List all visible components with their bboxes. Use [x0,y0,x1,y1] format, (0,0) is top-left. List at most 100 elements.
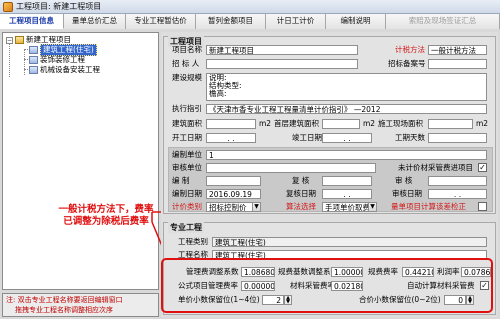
tab-project-info[interactable]: 工程项目信息 [0,14,64,29]
pricing-type-label: 计价类别 [172,202,202,211]
tree-item-equipment[interactable]: 机械设备安装工程 [29,65,100,75]
first-area-field[interactable] [322,119,360,129]
tab-notes[interactable]: 编制说明 [326,14,386,29]
rule-rate-field[interactable]: 0.44210 [402,267,434,277]
form-area: 工程项目 项目名称 新建工程项目 计税方法 一般计税方法 招 标 人 招标备案号… [161,32,498,317]
rule-rate-label: 规费费率 [368,267,398,276]
review-date-field[interactable]: . . [322,189,372,199]
project-name-label: 项目名称 [172,45,202,54]
tree-item-building[interactable]: 建筑工程(住宅) [29,44,97,56]
unit-decimals-spinner[interactable]: ▲ ▼ [284,295,292,305]
bidder-field[interactable] [206,59,358,69]
bidder-label: 招 标 人 [172,59,200,68]
specialty-name-label: 工程名称 [178,250,208,259]
rule-base-coef-field[interactable]: 1.00000 [331,267,363,277]
scale-line-structure: 结构类型: [209,81,242,90]
specialty-group: 专业工程 工程类别 建筑工程(住宅) 工程名称 建筑工程(住宅) 管理费调整系数… [163,222,496,315]
unit-decimals-field[interactable]: 2 [262,295,284,305]
compile-unit-label: 编制单位 [172,150,202,159]
first-area-label: 首层建筑面积 [274,119,319,128]
area-unit: m2 [259,119,272,128]
specialty-type-label: 工程类别 [178,237,208,246]
drag-hint-note: 注: 双击专业工程名称要返回编辑窗口 拖拽专业工程名称调整相应次序 [2,293,159,317]
auto-material-label: 自动计算材料采管费 [407,281,475,290]
compiler-field[interactable] [206,176,261,186]
basis-field[interactable]: 《天津市香专业工程工程量清单计价指引》 —2012 [206,104,487,114]
collapse-icon[interactable]: − [6,36,13,44]
fee-diff-label: 量单项目计算该差检正 [391,202,466,211]
start-date-label: 开工日期 [172,133,202,142]
audit-date-field[interactable]: . . [428,189,487,199]
duration-field[interactable] [428,133,487,143]
total-decimals-field[interactable]: 0 [444,295,466,305]
compile-unit-field[interactable]: 1 [206,150,487,160]
algorithm-select[interactable]: 手项单价取费法 [322,202,369,212]
note-line-1: 注: 双击专业工程名称要返回编辑窗口 [6,296,123,304]
note-line-2: 拖拽专业工程名称调整相应次序 [15,306,113,314]
fee-diff-checkbox[interactable] [478,202,487,211]
project-tree[interactable]: − 新建工程项目 建筑工程(住宅) 装饰装修工程 机械设备安装工程 [2,32,159,290]
end-date-label: 竣工日期 [292,133,322,142]
scale-line-height: 檐高: [209,89,227,98]
tree-connector [24,59,28,60]
window-titlebar: 工程项目: 新建工程项目 [0,0,500,14]
tax-method-field[interactable]: 一般计税方法 [428,45,487,55]
start-date-field[interactable]: . . [206,133,256,143]
document-icon [29,66,38,74]
mgmt-coef-label: 管理费调整系数 [186,267,239,276]
material-rate-field[interactable]: 0.02180 [331,281,363,291]
tree-connector [24,49,28,50]
tree-connector [9,44,10,77]
tab-bar: 工程项目信息 量单总价汇总 专业工程暂估价 暂列金额项目 计日工计价 编制说明 … [0,14,500,29]
end-date-field[interactable]: . . [322,133,372,143]
unpriced-material-label: 未计价材采管费进项目 [398,163,473,172]
formula-rate-field[interactable]: 0.00000 [241,281,275,291]
pricing-dropdown-icon[interactable]: ▼ [252,202,261,212]
compiler-label: 编 制 [172,176,190,185]
auto-material-checkbox[interactable]: ✓ [480,281,489,290]
auditor-label: 审 核 [395,176,413,185]
audit-date-label: 审核日期 [392,189,422,198]
total-decimals-label: 合价小数保留位(0~2位) [359,295,441,304]
tab-daywork[interactable]: 计日工计价 [266,14,326,29]
specialty-type-field: 建筑工程(住宅) [212,237,487,247]
review-unit-label: 审核单位 [172,163,202,172]
material-rate-label: 材料采管费率 [290,281,335,290]
site-area-field[interactable] [428,119,473,129]
review-date-label: 复核日期 [286,189,316,198]
window-title: 工程项目: 新建工程项目 [16,2,102,11]
tab-contingency[interactable]: 暂列金额项目 [196,14,266,29]
duration-label: 工期天数 [395,133,425,142]
specialty-name-field[interactable]: 建筑工程(住宅) [212,250,487,260]
pricing-type-select[interactable]: 招标控制价 [206,202,253,212]
tree-item-decoration[interactable]: 装饰装修工程 [29,55,85,65]
document-icon [29,56,38,64]
tab-claims[interactable]: 索赔及现场签证汇总 [386,14,500,29]
review-unit-field[interactable] [206,163,376,173]
reviewer-field[interactable] [322,176,372,186]
compile-date-field[interactable]: 2016.09.19 [206,189,261,199]
mgmt-coef-field[interactable]: 1.08680 [241,267,275,277]
first-area-unit: m2 [363,119,376,128]
app-icon [3,1,13,12]
total-decimals-spinner[interactable]: ▲ ▼ [466,295,474,305]
profit-rate-label: 利润率 [437,267,460,276]
basis-label: 执行指引 [172,104,202,113]
annotation-text: 一般计税方法下，费率已调整为除税后费率 [58,204,154,227]
tab-bill-summary[interactable]: 量单总价汇总 [64,14,126,29]
rule-base-coef-label: 规费基数调整系数 [278,267,338,276]
area-field[interactable] [206,119,256,129]
bid-record-label: 招标备案号 [388,59,426,68]
tab-provisional-sum[interactable]: 专业工程暂估价 [126,14,196,29]
tax-method-label: 计税方法 [395,45,425,54]
auditor-field[interactable] [428,176,487,186]
profit-rate-field[interactable]: 0.07869 [461,267,491,277]
algorithm-dropdown-icon[interactable]: ▼ [368,202,377,212]
scale-textarea[interactable]: 说明: 结构类型: 檐高: [206,73,487,101]
bid-record-field[interactable] [428,59,487,69]
project-group: 工程项目 项目名称 新建工程项目 计税方法 一般计税方法 招 标 人 招标备案号… [163,36,496,214]
project-name-field[interactable]: 新建工程项目 [206,45,358,55]
specialty-section-title: 专业工程 [168,222,204,233]
compile-date-label: 编制日期 [172,189,202,198]
unpriced-material-checkbox[interactable]: ✓ [478,163,487,172]
